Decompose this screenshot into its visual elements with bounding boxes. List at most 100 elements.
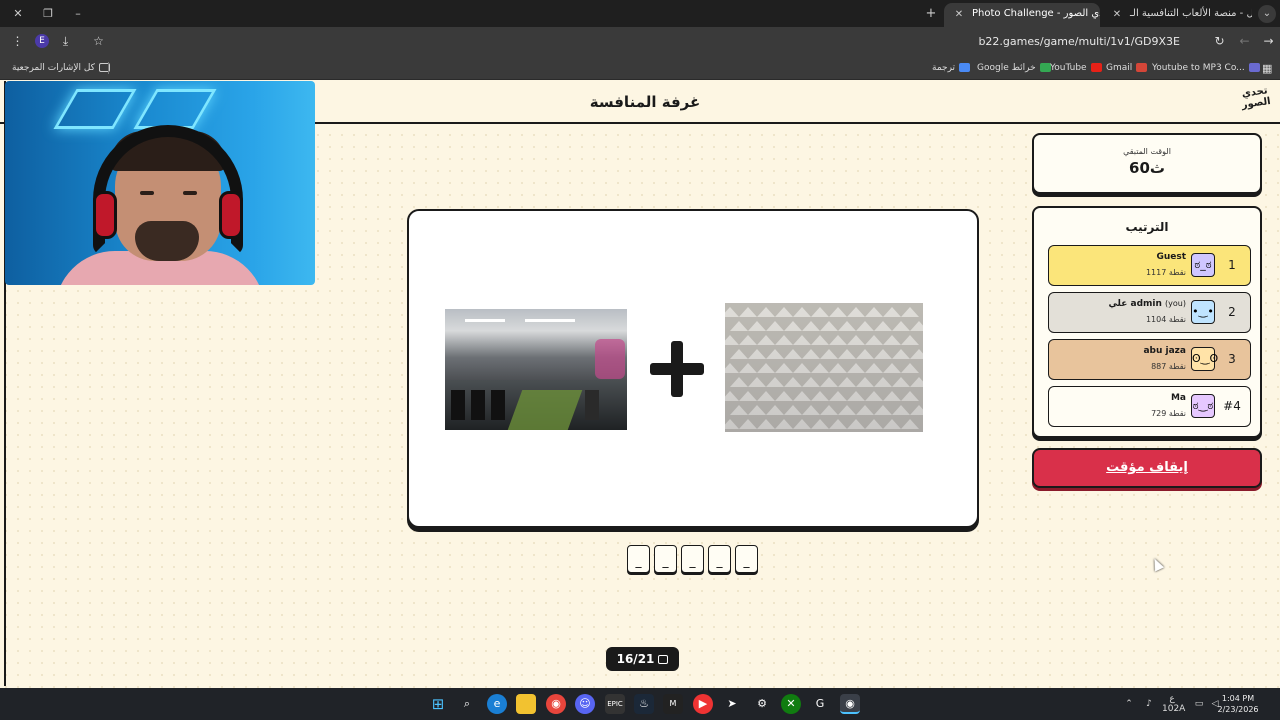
language-sub-label: 102A: [1162, 704, 1186, 714]
treadmill: [491, 390, 505, 420]
player-points: 1104 نقطة: [1145, 315, 1186, 324]
gym-photo: [445, 309, 627, 430]
tray-expand-icon[interactable]: ⌃: [1122, 694, 1136, 714]
edge-icon[interactable]: e: [487, 694, 507, 714]
bookmark-label: YouTube: [1050, 63, 1087, 73]
player-rank: #4: [1223, 399, 1241, 413]
close-window-icon[interactable]: ✕: [10, 6, 26, 22]
bookmark-translate[interactable]: ترجمة: [932, 62, 971, 75]
settings-gear-icon[interactable]: ⚙: [752, 694, 772, 714]
epic-games-icon[interactable]: EPIC: [605, 694, 625, 714]
address-bar[interactable]: b22.games/game/multi/1v1/GD9X3E: [120, 31, 1210, 52]
bookmark-maps[interactable]: Google خرائط: [977, 62, 1051, 75]
ceiling-light: [465, 319, 505, 322]
player-points: 729 نقطة: [1151, 409, 1186, 418]
player-name: abu jaza: [1056, 346, 1186, 356]
media-player-icon[interactable]: ▶: [693, 694, 713, 714]
display-icon[interactable]: ▭: [1192, 694, 1206, 714]
tab-search-icon[interactable]: ⌄: [1258, 5, 1276, 23]
timer-label: الوقت المتبقي: [1123, 147, 1171, 156]
plus-icon: [650, 341, 706, 397]
restore-window-icon[interactable]: ❐: [40, 6, 56, 22]
player-rank: 3: [1228, 352, 1236, 366]
start-icon[interactable]: ⊞: [428, 694, 448, 714]
language-label: ع: [1169, 694, 1175, 704]
minimize-window-icon[interactable]: –: [70, 6, 86, 22]
close-tab-icon[interactable]: ✕: [952, 4, 966, 26]
file-explorer-icon[interactable]: [516, 694, 536, 714]
tab-photo-challenge[interactable]: ✕ Photo Challenge - تحدي الصور: [944, 3, 1100, 27]
extension-e-icon[interactable]: E: [35, 34, 49, 48]
tab-title: Photo Challenge - تحدي الصور: [972, 8, 1100, 19]
microphone-icon[interactable]: ♪: [1142, 694, 1156, 714]
question-progress: 16/21: [606, 647, 679, 671]
bookmark-label: Google خرائط: [977, 63, 1036, 73]
player-name: علي admin (you): [1056, 299, 1186, 309]
player-name-text: علي admin: [1108, 299, 1162, 309]
player-name-text: Ma: [1170, 393, 1186, 403]
discord-icon[interactable]: ☺: [575, 694, 595, 714]
mp3-icon: [1248, 63, 1260, 72]
bookmark-youtube[interactable]: YouTube: [1050, 62, 1102, 75]
language-indicator[interactable]: ع 102A: [1162, 694, 1186, 714]
gamebar-icon[interactable]: G: [810, 694, 830, 714]
search-icon[interactable]: ⌕: [457, 694, 477, 714]
puzzle-card: [407, 209, 979, 528]
download-icon[interactable]: ⤓: [57, 33, 74, 50]
bookmark-yt-mp3[interactable]: Youtube to MP3 Co...: [1152, 62, 1260, 75]
player-avatar: ಠ_ಠ: [1191, 253, 1215, 277]
answer-slot[interactable]: _: [708, 545, 731, 573]
wall-mural: [595, 339, 625, 379]
neon-light: [53, 89, 137, 129]
pause-button[interactable]: إيقاف مؤقت: [1032, 448, 1262, 488]
clock-time: 1:04 PM: [1221, 694, 1255, 703]
player-rank: 1: [1228, 258, 1236, 272]
steam-icon[interactable]: ♨: [634, 694, 654, 714]
player-name: Guest: [1056, 252, 1186, 262]
bookmarks-bar: كل الإشارات المرجعية ترجمة Google خرائط …: [0, 56, 1280, 80]
gym-machine: [585, 390, 599, 420]
bookmark-label: ترجمة: [932, 63, 956, 73]
clock-date: 2/23/2026: [1217, 705, 1259, 714]
answer-slot[interactable]: _: [654, 545, 677, 573]
new-tab-icon[interactable]: +: [923, 6, 939, 22]
webcam-overlay: [5, 81, 315, 285]
you-tag: (you): [1165, 299, 1186, 308]
player-name-text: abu jaza: [1143, 346, 1186, 356]
headset-ear-left: [93, 191, 117, 239]
forward-icon[interactable]: ←: [1236, 33, 1253, 50]
answer-slot[interactable]: _: [681, 545, 704, 573]
chrome-icon[interactable]: ◉: [546, 694, 566, 714]
player-avatar: ʘ‿ʘ: [1191, 347, 1218, 371]
back-icon[interactable]: →: [1260, 33, 1277, 50]
all-bookmarks[interactable]: كل الإشارات المرجعية: [12, 62, 110, 75]
bookmark-label: Gmail: [1106, 63, 1133, 73]
system-clock[interactable]: 1:04 PM 2/23/2026: [1208, 693, 1268, 715]
chrome-active-icon[interactable]: ◉: [840, 694, 860, 714]
tents-shade: [725, 303, 923, 432]
timer-value: 60ث: [1129, 159, 1165, 177]
treadmill: [451, 390, 465, 420]
player-row-1: 1 ಠ_ಠ Guest 1117 نقطة: [1048, 245, 1251, 286]
player-avatar: ಠ‿ಠ: [1191, 394, 1215, 418]
treadmill: [471, 390, 485, 420]
bookmark-star-icon[interactable]: ☆: [90, 33, 107, 50]
answer-slot[interactable]: _: [735, 545, 758, 573]
tab-nezal[interactable]: ✕ نزال - منصة الألعاب التنافسية الـ: [1102, 3, 1252, 27]
plus-vertical: [671, 341, 683, 397]
progress-text: 16/21: [616, 652, 655, 666]
player-name: Ma: [1056, 393, 1186, 403]
xbox-icon[interactable]: ✕: [781, 694, 801, 714]
menu-dots-icon[interactable]: ⋮: [9, 33, 26, 50]
telegram-icon[interactable]: ➤: [722, 694, 742, 714]
reload-icon[interactable]: ↻: [1211, 33, 1228, 50]
bookmark-gmail[interactable]: Gmail: [1106, 62, 1148, 75]
site-logo[interactable]: تحدي الصور: [1236, 85, 1276, 120]
player-points: 887 نقطة: [1151, 362, 1186, 371]
app-m-icon[interactable]: M: [663, 694, 683, 714]
player-rank: 2: [1228, 305, 1236, 319]
close-tab-icon[interactable]: ✕: [1110, 4, 1124, 26]
apps-grid-icon[interactable]: ▦: [1262, 62, 1272, 75]
bookmarks-divider: [108, 62, 109, 74]
answer-slot[interactable]: _: [627, 545, 650, 573]
